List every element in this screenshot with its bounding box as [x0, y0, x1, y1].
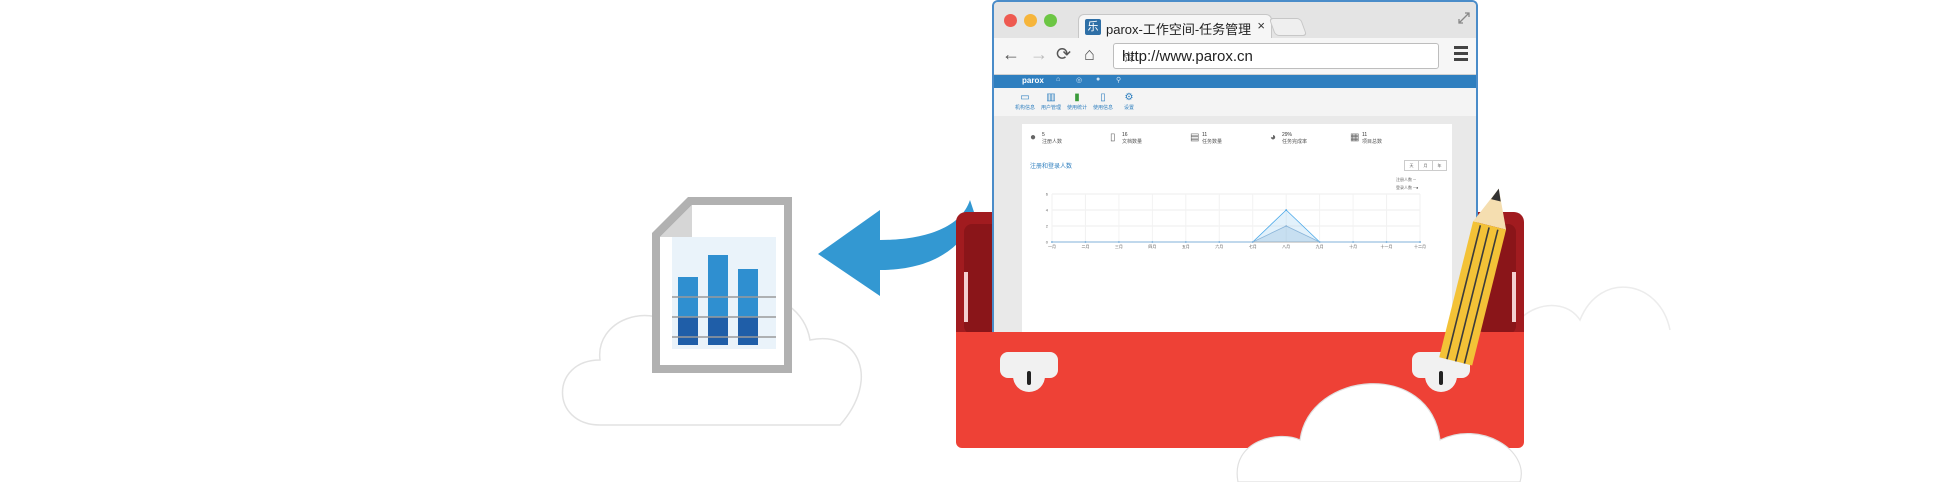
new-tab-button[interactable] — [1268, 18, 1308, 36]
close-window-button[interactable] — [1004, 14, 1017, 27]
range-month-button[interactable]: 月 — [1419, 161, 1433, 170]
id-icon: ▥ — [1046, 92, 1056, 103]
app-logo[interactable]: parox — [1022, 76, 1044, 85]
subnav-item-stats[interactable]: ▮ 使用统计 — [1064, 92, 1090, 111]
y-tick-label: 2 — [1046, 224, 1049, 229]
x-tick-label: 八月 — [1282, 244, 1290, 249]
range-button-group: 天 月 年 — [1404, 160, 1447, 171]
cloud-front — [1236, 383, 1522, 482]
line-chart: 0246一月 二月 三月 四月 五月 六月 七月 八月 九月 十月 十一月 十二月 — [1046, 192, 1426, 250]
dashboard-icon[interactable]: ◎ — [1076, 76, 1082, 84]
export-arrow-icon — [818, 200, 976, 296]
subnav-item-settings[interactable]: ⚙ 设置 — [1116, 92, 1142, 111]
stat-label: 文档数量 — [1122, 139, 1143, 145]
bar-chart-icon: ▮ — [1074, 92, 1080, 103]
home-icon[interactable]: ⌂ — [1056, 76, 1060, 83]
document-icon: ▯ — [1110, 132, 1116, 143]
subnav-label: 机构信息 — [1014, 105, 1035, 111]
x-tick-label: 五月 — [1182, 244, 1190, 249]
x-tick-label: 十二月 — [1414, 243, 1426, 249]
tab-title: parox-工作空间-任务管理 — [1106, 22, 1251, 37]
pencil-icon — [1439, 188, 1507, 366]
series-point — [1285, 209, 1288, 211]
series-point — [1151, 241, 1154, 243]
cloud-outline-right — [1509, 286, 1671, 351]
stat-label: 项目总数 — [1362, 139, 1383, 145]
stack-icon: ▤ — [1190, 132, 1200, 143]
address-bar[interactable]: http://www.parox.cn ☆ — [1113, 43, 1439, 69]
illustration-scene: 乐 parox-工作空间-任务管理 × ← → ⟳ ⌂ http://www.p… — [0, 0, 1936, 482]
subnav-item-users[interactable]: ▥ 用户管理 — [1038, 92, 1064, 111]
subnav-label: 使用统计 — [1066, 105, 1087, 111]
series-point — [1084, 241, 1087, 243]
x-tick-label: 一月 — [1048, 244, 1056, 249]
browser-window: 乐 parox-工作空间-任务管理 × ← → ⟳ ⌂ http://www.p… — [992, 0, 1478, 334]
series-point — [1218, 241, 1221, 243]
range-day-button[interactable]: 天 — [1405, 161, 1419, 170]
series-point — [1419, 241, 1421, 243]
series-point — [1118, 241, 1120, 243]
building-icon: ▦ — [1350, 132, 1360, 143]
home-icon[interactable]: ⌂ — [1084, 44, 1095, 65]
browser-titlebar: 乐 parox-工作空间-任务管理 × — [994, 2, 1476, 39]
dashboard-panel: ● 5 注册人数 ▯ 16 文档数量 ▤ 11 任务数量 ◕ 29% 任务完成率… — [1022, 124, 1452, 334]
back-icon[interactable]: ← — [1002, 44, 1020, 65]
stat-label: 任务完成率 — [1282, 139, 1308, 145]
series-point — [1051, 241, 1053, 243]
subnav-item-usage[interactable]: ▯ 使用信息 — [1090, 92, 1116, 111]
menu-icon[interactable] — [1454, 46, 1468, 64]
search-icon[interactable]: ⚲ — [1116, 76, 1121, 84]
x-tick-label: 七月 — [1249, 243, 1257, 249]
series-point — [1318, 241, 1321, 243]
series-line — [1052, 225, 1420, 243]
legend-item[interactable]: 注册人数 ─ — [1396, 176, 1418, 184]
series-point — [1285, 225, 1288, 227]
fullscreen-icon[interactable] — [1458, 12, 1470, 24]
x-tick-label: 二月 — [1081, 244, 1089, 249]
x-tick-label: 十一月 — [1381, 243, 1393, 249]
browser-tab[interactable]: 乐 parox-工作空间-任务管理 × — [1078, 14, 1272, 39]
legend-label: 注册人数 — [1396, 177, 1412, 182]
series-point — [1352, 241, 1354, 243]
subnav-label: 设置 — [1123, 105, 1134, 111]
user-icon: ● — [1030, 132, 1037, 143]
user-icon[interactable]: ● — [1096, 76, 1100, 83]
gear-icon: ⚙ — [1124, 92, 1134, 103]
x-tick-label: 三月 — [1115, 244, 1123, 249]
x-tick-label: 十月 — [1349, 243, 1357, 249]
favicon-icon: 乐 — [1085, 19, 1101, 35]
app-topbar: parox ⌂ ◎ ● ⚲ — [994, 75, 1476, 88]
subnav-label: 用户管理 — [1040, 105, 1061, 111]
subnav-item-org[interactable]: ▭ 机构信息 — [1012, 92, 1038, 111]
x-tick-label: 四月 — [1148, 244, 1156, 249]
subnav-label: 使用信息 — [1092, 105, 1113, 111]
chart-title: 注册和登录人数 — [1030, 164, 1073, 170]
maximize-window-button[interactable] — [1044, 14, 1057, 27]
document-icon: ▯ — [1100, 92, 1106, 103]
y-tick-label: 6 — [1046, 192, 1049, 197]
bookmark-star-icon[interactable]: ☆ — [1122, 48, 1434, 66]
close-tab-icon[interactable]: × — [1257, 18, 1265, 33]
series-point — [1184, 241, 1187, 243]
series-area — [1052, 226, 1420, 242]
forward-icon[interactable]: → — [1030, 44, 1048, 65]
toolbox-latch-left — [1000, 352, 1058, 392]
minimize-window-button[interactable] — [1024, 14, 1037, 27]
card-icon: ▭ — [1020, 92, 1030, 103]
app-subnav: ▭ 机构信息 ▥ 用户管理 ▮ 使用统计 ▯ 使用信息 ⚙ 设置 — [994, 88, 1476, 116]
range-year-button[interactable]: 年 — [1433, 161, 1446, 170]
series-point — [1385, 241, 1388, 243]
stat-label: 注册人数 — [1042, 139, 1063, 145]
y-tick-label: 4 — [1046, 208, 1049, 213]
browser-toolbar: ← → ⟳ ⌂ http://www.parox.cn ☆ — [994, 38, 1476, 75]
x-tick-label: 九月 — [1316, 243, 1324, 249]
reload-icon[interactable]: ⟳ — [1056, 44, 1071, 65]
stat-label: 任务数量 — [1202, 139, 1223, 145]
pie-icon: ◕ — [1270, 132, 1277, 143]
x-tick-label: 六月 — [1215, 243, 1223, 249]
report-document-icon — [652, 197, 792, 373]
series-point — [1251, 241, 1254, 243]
